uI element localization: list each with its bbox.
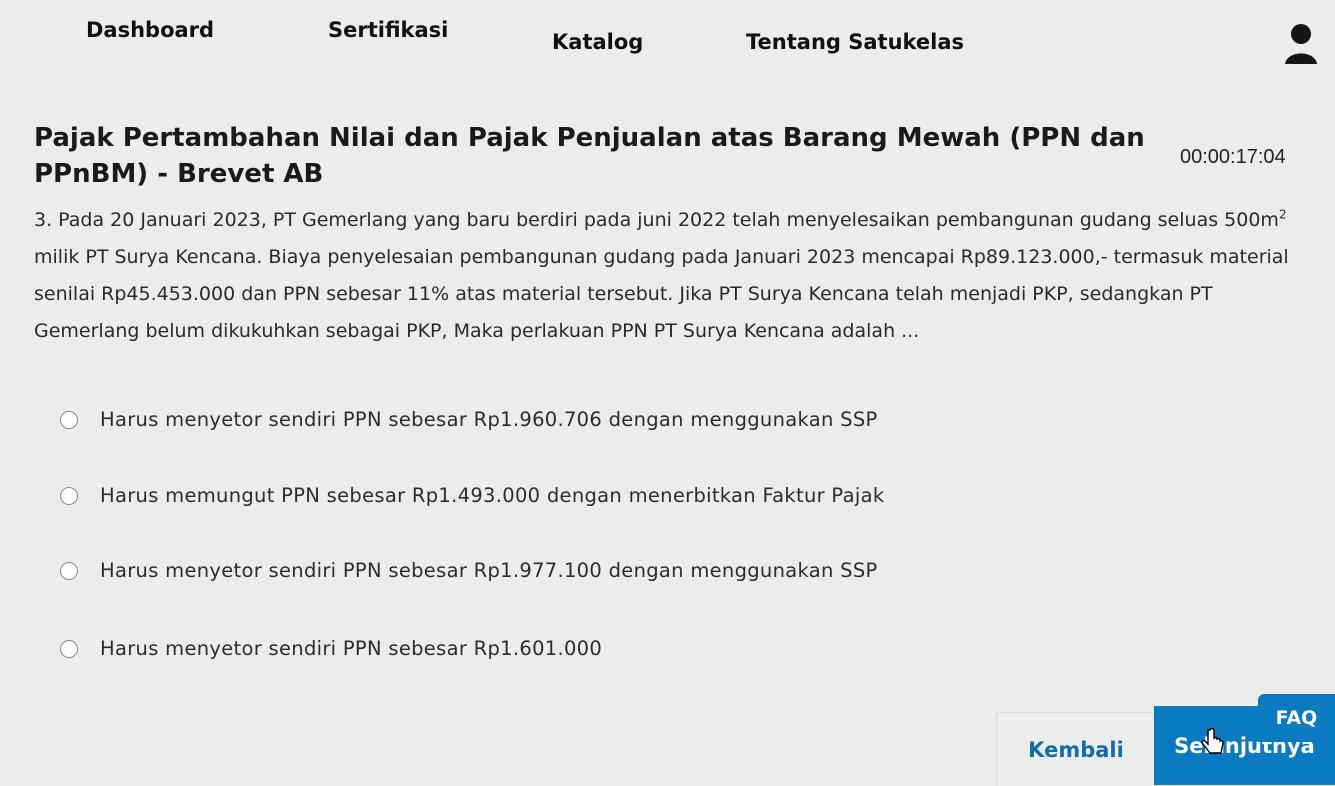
user-avatar-icon[interactable] <box>1283 22 1319 66</box>
faq-button[interactable]: FAQ <box>1258 694 1335 742</box>
answer-option-label: Harus menyetor sendiri PPN sebesar Rp1.6… <box>100 637 603 660</box>
nav-tentang-satukelas[interactable]: Tentang Satukelas <box>746 30 964 54</box>
back-button[interactable]: Kembali <box>996 712 1156 786</box>
question-text-part-1: 3. Pada 20 Januari 2023, PT Gemerlang ya… <box>34 209 1279 231</box>
question-text: 3. Pada 20 Januari 2023, PT Gemerlang ya… <box>34 202 1314 350</box>
answer-option-3[interactable]: Harus menyetor sendiri PPN sebesar Rp1.9… <box>60 559 878 582</box>
quiz-timer: 00:00:17:04 <box>1180 146 1286 168</box>
answer-option-label: Harus menyetor sendiri PPN sebesar Rp1.9… <box>100 408 878 431</box>
answer-option-label: Harus memungut PPN sebesar Rp1.493.000 d… <box>100 484 885 507</box>
nav-sertifikasi[interactable]: Sertifikasi <box>328 18 448 42</box>
radio-button-icon[interactable] <box>60 561 78 580</box>
radio-button-icon[interactable] <box>60 410 78 429</box>
question-text-part-2: milik PT Surya Kencana. Biaya penyelesai… <box>34 246 1289 342</box>
answer-option-4[interactable]: Harus menyetor sendiri PPN sebesar Rp1.6… <box>60 637 602 660</box>
answer-option-2[interactable]: Harus memungut PPN sebesar Rp1.493.000 d… <box>60 484 884 507</box>
quiz-title: Pajak Pertambahan Nilai dan Pajak Penjua… <box>34 123 1145 189</box>
radio-button-icon[interactable] <box>60 486 78 505</box>
nav-katalog[interactable]: Katalog <box>552 30 643 54</box>
hand-cursor-icon <box>1201 728 1224 754</box>
radio-button-icon[interactable] <box>60 639 78 658</box>
answer-option-label: Harus menyetor sendiri PPN sebesar Rp1.9… <box>100 559 878 582</box>
nav-dashboard[interactable]: Dashboard <box>86 18 214 42</box>
question-superscript: 2 <box>1278 207 1287 222</box>
answer-option-1[interactable]: Harus menyetor sendiri PPN sebesar Rp1.9… <box>60 408 878 431</box>
